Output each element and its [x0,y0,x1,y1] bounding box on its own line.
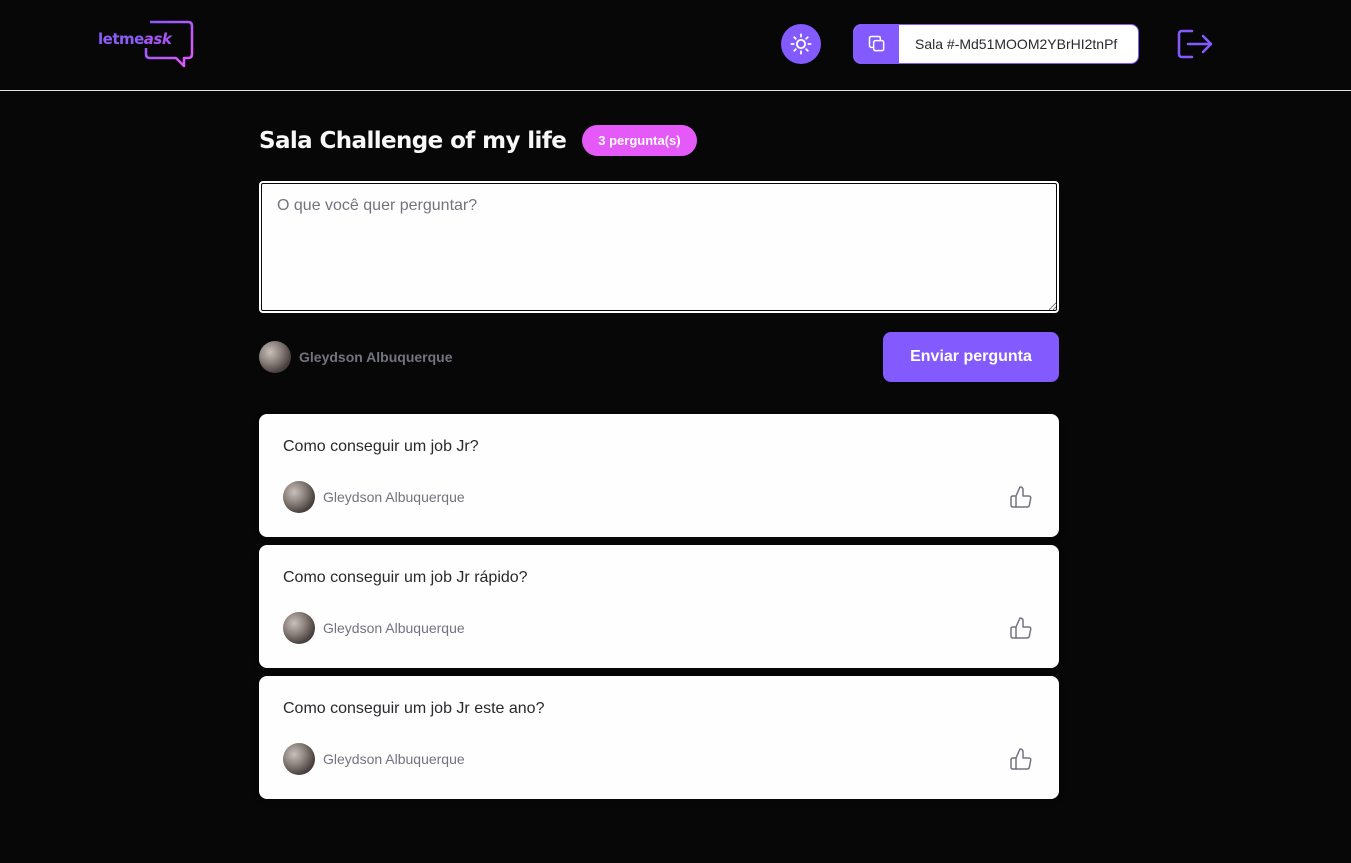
room-code-copy-button[interactable]: Sala #-Md51MOOM2YBrHI2tnPf [853,24,1139,64]
room-title: Sala Challenge of my life [259,127,567,154]
question-card: Como conseguir um job Jr este ano? Gleyd… [259,676,1059,799]
question-text: Como conseguir um job Jr? [283,438,479,455]
logout-button[interactable] [1175,26,1215,62]
question-form-footer: Gleydson Albuquerque Enviar pergunta [259,332,1059,382]
question-list: Como conseguir um job Jr? Gleydson Albuq… [259,414,1059,807]
question-card-footer: Gleydson Albuquerque [283,743,1035,775]
current-user-info: Gleydson Albuquerque [259,341,453,373]
question-card: Como conseguir um job Jr? Gleydson Albuq… [259,414,1059,537]
like-button[interactable] [1007,483,1035,511]
author-name: Gleydson Albuquerque [323,489,465,505]
room-title-row: Sala Challenge of my life 3 pergunta(s) [259,125,697,156]
theme-toggle-button[interactable] [781,24,821,64]
avatar [283,612,315,644]
like-icon [1010,617,1032,639]
logout-icon [1177,29,1213,59]
like-icon [1010,486,1032,508]
avatar [259,341,291,373]
question-text: Como conseguir um job Jr rápido? [283,569,528,586]
question-author: Gleydson Albuquerque [283,481,465,513]
question-count-badge: 3 pergunta(s) [582,125,697,156]
like-button[interactable] [1007,745,1035,773]
send-question-button[interactable]: Enviar pergunta [883,332,1059,382]
question-card-footer: Gleydson Albuquerque [283,481,1035,513]
logo-text-ask: ask [143,30,172,48]
logo-text-letme: letme [98,30,144,48]
avatar [283,743,315,775]
question-author: Gleydson Albuquerque [283,612,465,644]
question-author: Gleydson Albuquerque [283,743,465,775]
question-input[interactable] [259,181,1059,313]
question-text: Como conseguir um job Jr este ano? [283,700,545,717]
letmeask-logo: letmeask [98,20,194,68]
sun-icon [790,33,812,55]
question-card-footer: Gleydson Albuquerque [283,612,1035,644]
avatar [283,481,315,513]
logo-text: letmeask [98,30,172,48]
current-user-name: Gleydson Albuquerque [299,349,453,365]
author-name: Gleydson Albuquerque [323,620,465,636]
like-icon [1010,748,1032,770]
page-header: letmeask Sala #-Md51MOOM2YBrHI2tnPf [0,0,1351,91]
copy-icon-box [854,25,899,63]
question-card: Como conseguir um job Jr rápido? Gleydso… [259,545,1059,668]
like-button[interactable] [1007,614,1035,642]
room-code-label: Sala #-Md51MOOM2YBrHI2tnPf [915,36,1118,52]
author-name: Gleydson Albuquerque [323,751,465,767]
copy-icon [868,35,884,52]
